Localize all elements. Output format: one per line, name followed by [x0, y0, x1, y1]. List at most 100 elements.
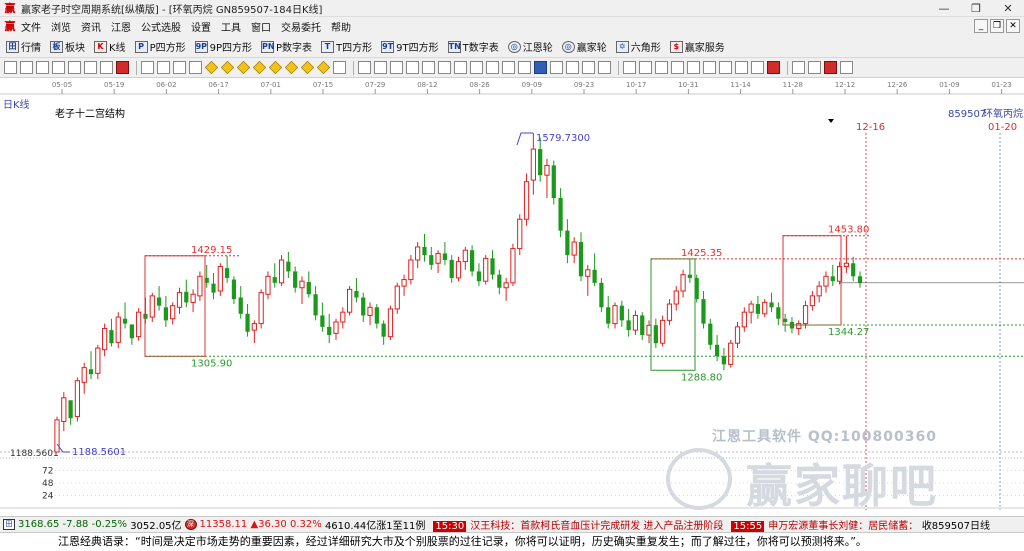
drawing-tool-icon[interactable] [751, 61, 764, 74]
mdi-minimize-button[interactable]: _ [974, 19, 988, 33]
toolbar-button-7[interactable]: 9T 9T四方形 [381, 39, 439, 54]
drawing-tool-icon[interactable] [623, 61, 636, 74]
minimize-button[interactable]: — [928, 0, 960, 17]
drawing-tool-icon[interactable] [100, 61, 113, 74]
x-tick-label: 01-23 [991, 81, 1011, 89]
drawing-tool-icon[interactable] [68, 61, 81, 74]
candle-body-down [470, 250, 475, 272]
drawing-tool-icon[interactable] [808, 61, 821, 74]
drawing-tool-icon[interactable] [438, 61, 451, 74]
drawing-tool-icon[interactable] [268, 60, 283, 75]
drawing-tool-icon[interactable] [598, 61, 611, 74]
news-ticker-2[interactable]: 15:55 申万宏源董事长刘健：居民储蓄： [731, 517, 918, 532]
drawing-tool-icon[interactable] [52, 61, 65, 74]
drawing-tool-icon[interactable] [840, 61, 853, 74]
candle-body-down [592, 269, 597, 283]
toolbar-button-9[interactable]: ◎ 江恩轮 [507, 39, 553, 54]
candle-body-down [109, 330, 114, 344]
drawing-tool-icon[interactable] [502, 61, 515, 74]
drawing-tool-icon[interactable] [703, 61, 716, 74]
news-ticker[interactable]: 15:30 汉王科技：首款柯氏音血压计完成研发 进入产品注册阶段 [433, 517, 723, 532]
drawing-tool-icon[interactable] [252, 60, 267, 75]
menu-tools[interactable]: 工具 [221, 19, 241, 34]
candle-body-down [721, 356, 727, 365]
menu-help[interactable]: 帮助 [331, 19, 351, 34]
maximize-button[interactable]: ❐ [960, 0, 992, 17]
drawing-tool-icon[interactable] [671, 61, 684, 74]
toolbar-button-0[interactable]: 田行情 [6, 39, 41, 54]
drawing-tool-icon[interactable] [316, 60, 331, 75]
drawing-tool-icon[interactable] [550, 61, 563, 74]
drawing-tool-icon[interactable] [767, 61, 780, 74]
drawing-tool-icon[interactable] [422, 61, 435, 74]
drawing-tool-icon[interactable] [173, 61, 186, 74]
drawing-tool-icon[interactable] [719, 61, 732, 74]
toolbar-button-5[interactable]: PN P数字表 [261, 39, 312, 54]
sz-index-icon[interactable]: 深 [184, 519, 197, 530]
menu-gann[interactable]: 江恩 [111, 19, 131, 34]
drawing-tool-icon[interactable] [20, 61, 33, 74]
drawing-tool-icon[interactable] [486, 61, 499, 74]
drawing-tool-icon[interactable] [36, 61, 49, 74]
toolbar-button-11[interactable]: ✡ 六角形 [615, 39, 661, 54]
x-tick-label: 07-29 [365, 81, 385, 89]
menu-window[interactable]: 窗口 [251, 19, 271, 34]
toolbar-button-10[interactable]: ◎ 赢家轮 [561, 39, 607, 54]
candle-body-up [843, 262, 849, 268]
drawing-tool-icon[interactable] [406, 61, 419, 74]
menu-formula-screen[interactable]: 公式选股 [141, 19, 181, 34]
drawing-tool-icon[interactable] [470, 61, 483, 74]
drawing-tool-icon[interactable] [189, 61, 202, 74]
drawing-tool-icon[interactable] [454, 61, 467, 74]
drawing-tool-icon[interactable] [300, 60, 315, 75]
high-price-label: 1579.7300 [536, 133, 590, 144]
toolbar-button-4[interactable]: 9P 9P四方形 [194, 39, 252, 54]
candle-body-down [211, 283, 216, 293]
x-tick-label: 06-02 [156, 81, 176, 89]
close-button[interactable]: ✕ [992, 0, 1024, 17]
candle-body-down [497, 274, 502, 288]
drawing-tool-icon[interactable] [236, 60, 251, 75]
drawing-tool-icon[interactable] [824, 61, 837, 74]
toolbar-button-8[interactable]: TN T数字表 [447, 39, 499, 54]
drawing-tool-icon[interactable] [4, 61, 17, 74]
menu-file[interactable]: 文件 [21, 19, 41, 34]
drawing-tool-icon[interactable] [116, 61, 129, 74]
drawing-tool-icon[interactable] [534, 61, 547, 74]
drawing-tool-icon[interactable] [390, 61, 403, 74]
drawing-tool-icon[interactable] [792, 61, 805, 74]
drawing-tool-icon[interactable] [141, 61, 154, 74]
drawing-tool-icon[interactable] [204, 60, 219, 75]
drawing-tool-icon[interactable] [374, 61, 387, 74]
drawing-tool-icon[interactable] [735, 61, 748, 74]
drawing-tool-icon[interactable] [84, 61, 97, 74]
toolbar-button-12[interactable]: $ 赢家服务 [669, 39, 725, 54]
toolbar-button-3[interactable]: P P四方形 [134, 39, 186, 54]
drawing-tool-icon[interactable] [284, 60, 299, 75]
drawing-tool-icon[interactable] [655, 61, 668, 74]
toolbar-label: K线 [109, 43, 126, 54]
drawing-tool-icon[interactable] [518, 61, 531, 74]
menu-news[interactable]: 资讯 [81, 19, 101, 34]
toolbar-button-1[interactable]: 板板块 [50, 39, 85, 54]
drawing-tool-icon[interactable] [566, 61, 579, 74]
menu-settings[interactable]: 设置 [191, 19, 211, 34]
drawing-tool-icon[interactable] [157, 61, 170, 74]
drawing-tool-icon[interactable] [582, 61, 595, 74]
toolbar-button-2[interactable]: K K线 [94, 39, 126, 54]
menu-app-icon[interactable]: 赢 [3, 20, 17, 33]
index-grid-icon[interactable]: 田 [3, 519, 15, 530]
drawing-tool-icon[interactable] [220, 60, 235, 75]
drawing-tool-icon[interactable] [687, 61, 700, 74]
toolbar-button-6[interactable]: T T四方形 [321, 39, 372, 54]
drawing-tool-icon[interactable] [333, 61, 346, 74]
box1-top-label: 1429.15 [191, 245, 232, 256]
candle-body-up [666, 303, 673, 321]
mdi-restore-button[interactable]: ❐ [990, 19, 1004, 33]
drawing-tool-icon[interactable] [639, 61, 652, 74]
mdi-close-button[interactable]: ✕ [1006, 19, 1020, 33]
menu-trade[interactable]: 交易委托 [281, 19, 321, 34]
drawing-tool-icon[interactable] [358, 61, 371, 74]
menu-browse[interactable]: 浏览 [51, 19, 71, 34]
x-tick-label: 07-15 [313, 81, 333, 89]
